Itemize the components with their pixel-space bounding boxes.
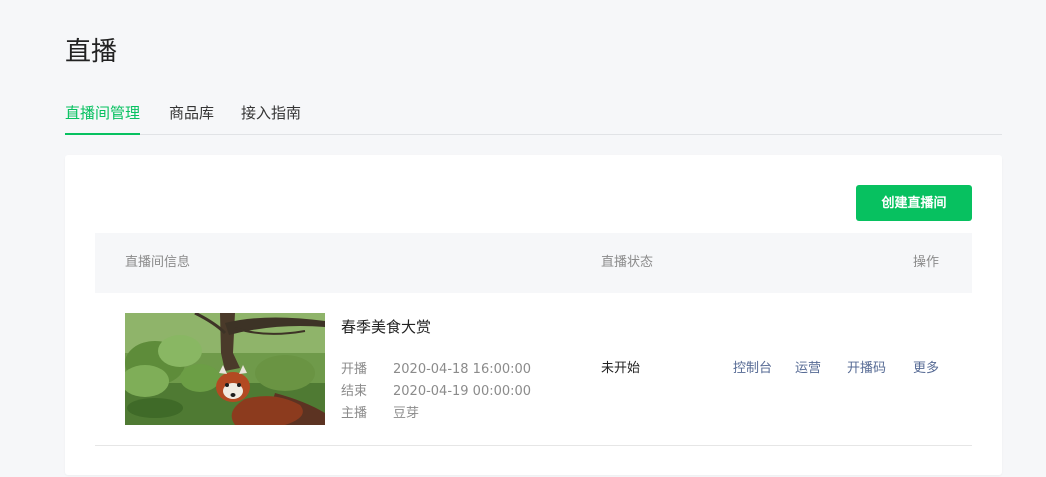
column-header-status: 直播状态 [601,255,654,270]
live-room-name: 春季美食大赏 [341,318,432,336]
broadcast-code-link[interactable]: 开播码 [847,359,886,379]
more-link[interactable]: 更多 [913,359,939,379]
operations-link[interactable]: 运营 [795,359,821,379]
live-status: 未开始 [601,361,641,376]
live-room-card: 创建直播间 直播间信息 直播状态 操作 春季美食大赏 开播 2020-04-18… [65,155,1002,475]
host-value: 豆芽 [393,406,420,421]
host-line: 主播 豆芽 [341,403,419,425]
start-time-value: 2020-04-18 16:00:00 [393,362,532,377]
start-time-label: 开播 [341,362,368,377]
table-header: 直播间信息 直播状态 操作 [95,233,972,293]
end-time-label: 结束 [341,384,368,399]
red-panda-photo-icon [125,313,325,425]
console-link[interactable]: 控制台 [733,359,772,379]
column-header-info: 直播间信息 [125,255,191,270]
create-live-room-button[interactable]: 创建直播间 [856,185,972,221]
page-title: 直播 [65,37,118,67]
live-room-thumbnail [125,313,325,425]
column-header-actions: 操作 [913,255,940,270]
end-time-line: 结束 2020-04-19 00:00:00 [341,381,531,403]
live-page: 直播 直播间管理 商品库 接入指南 创建直播间 直播间信息 直播状态 操作 春季… [0,0,1046,477]
tab-product-library[interactable]: 商品库 [169,100,214,134]
tab-integration-guide[interactable]: 接入指南 [241,100,301,134]
start-time-line: 开播 2020-04-18 16:00:00 [341,359,531,381]
tab-bar: 直播间管理 商品库 接入指南 [65,100,1002,135]
tab-live-room-management[interactable]: 直播间管理 [65,100,141,135]
end-time-value: 2020-04-19 00:00:00 [393,384,532,399]
host-label: 主播 [341,406,368,421]
table-row: 春季美食大赏 开播 2020-04-18 16:00:00 结束 2020-04-1… [95,293,972,446]
